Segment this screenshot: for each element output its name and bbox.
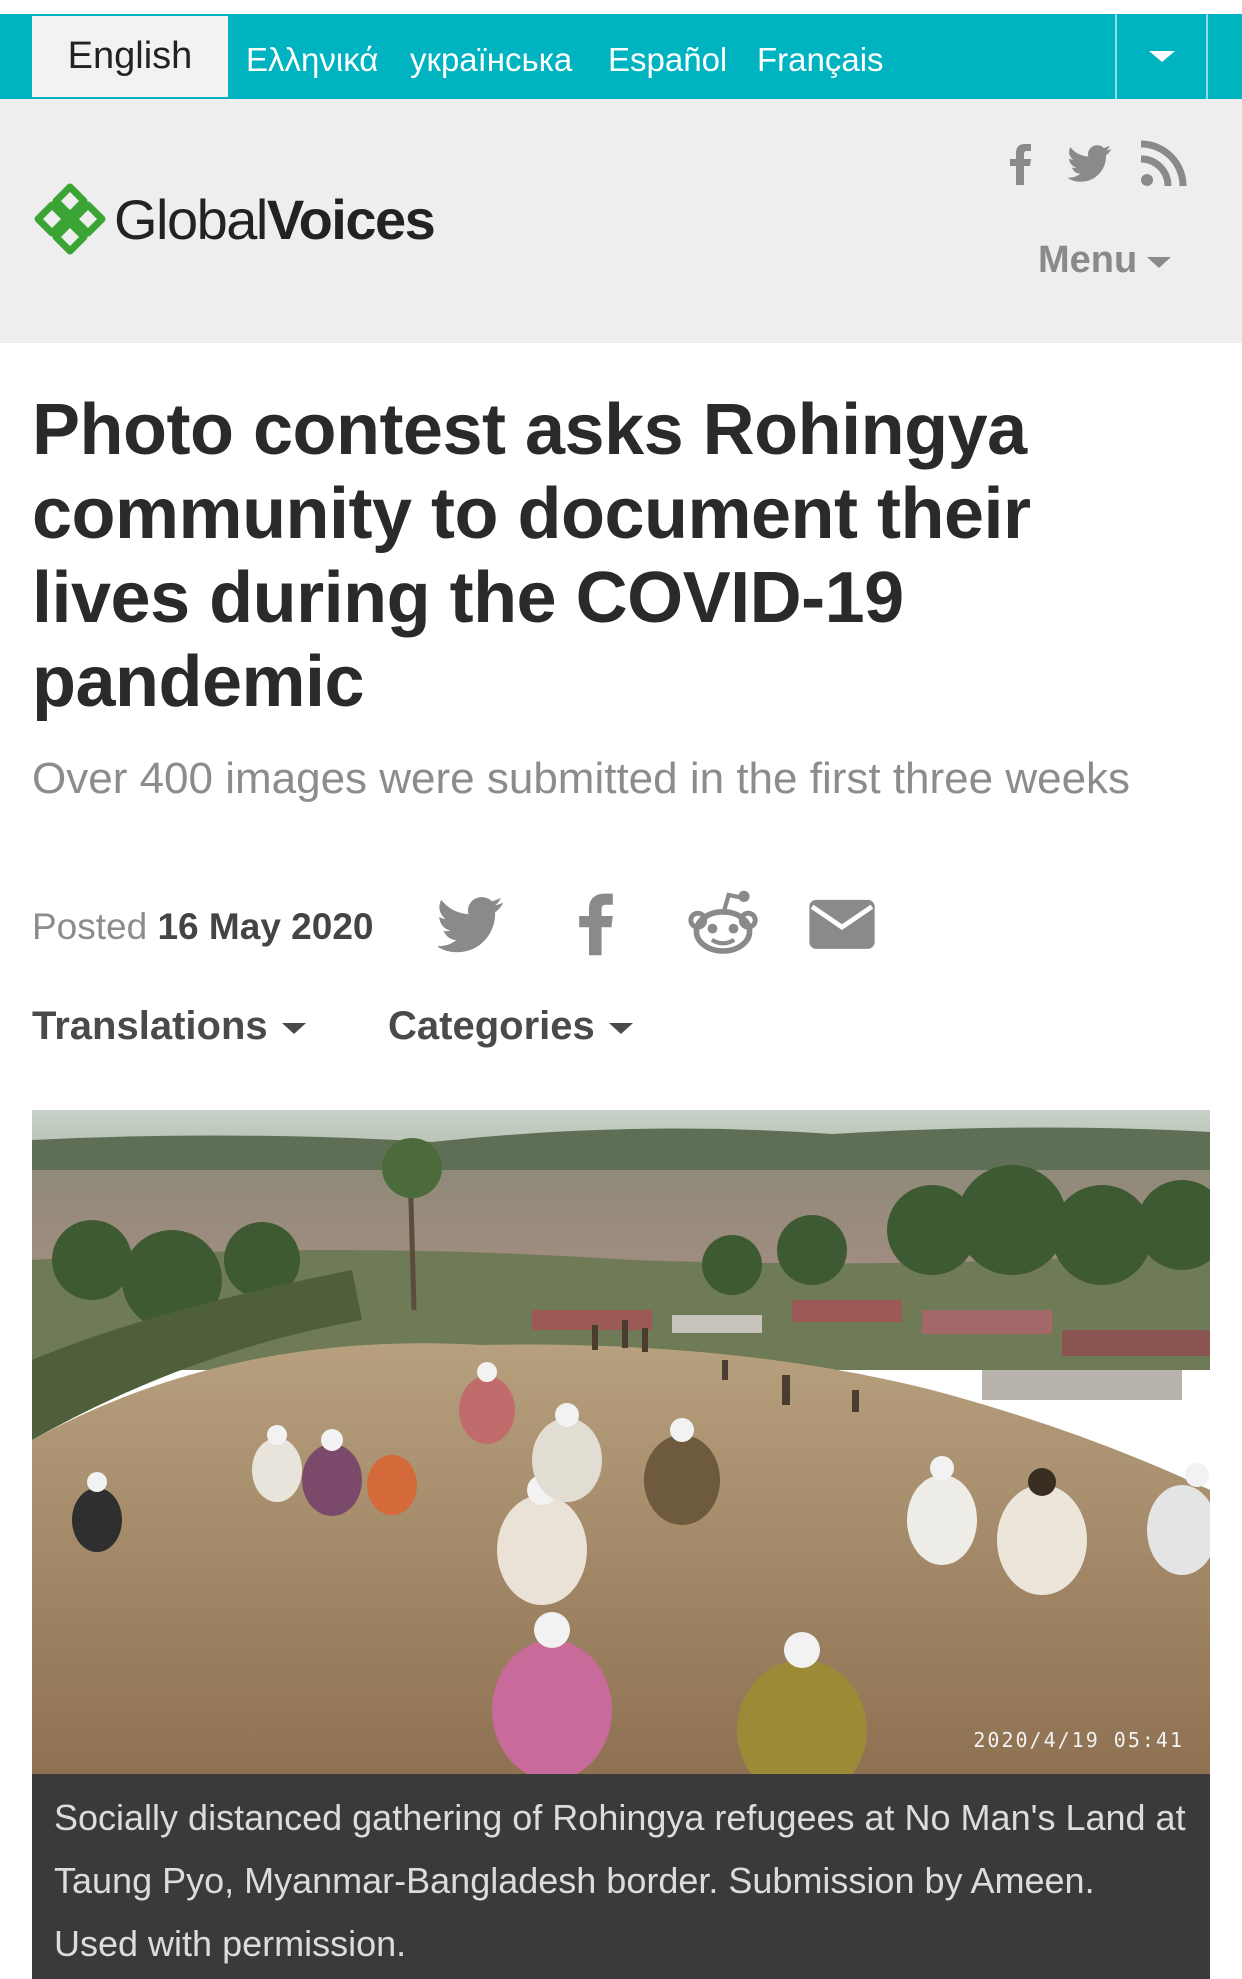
- chevron-down-icon: [281, 1023, 306, 1034]
- categories-dropdown[interactable]: Categories: [388, 1004, 633, 1049]
- share-twitter-icon[interactable]: [438, 888, 506, 958]
- chevron-down-icon: [1148, 51, 1175, 62]
- site-header: GlobalVoices Menu: [0, 99, 1242, 343]
- categories-label: Categories: [388, 1004, 595, 1048]
- posted-label: Posted: [32, 906, 148, 947]
- photo-timestamp: 2020/4/19 05:41: [973, 1728, 1184, 1752]
- share-email-icon[interactable]: [808, 888, 876, 958]
- chevron-down-icon: [1147, 257, 1172, 268]
- globalvoices-logo[interactable]: GlobalVoices: [32, 181, 436, 257]
- article-title: Photo contest asks Rohingya community to…: [32, 390, 1031, 722]
- share-reddit-icon[interactable]: [688, 888, 758, 958]
- twitter-icon[interactable]: [1066, 139, 1116, 189]
- posted-date-line: Posted 16 May 2020: [32, 906, 374, 948]
- menu-button[interactable]: Menu: [1038, 239, 1172, 282]
- menu-label: Menu: [1038, 239, 1138, 281]
- logo-text-global: Global: [114, 187, 268, 251]
- language-greek-link[interactable]: Ελληνικά: [246, 14, 378, 99]
- logo-text-voices: Voices: [266, 187, 436, 251]
- logo-text: GlobalVoices: [114, 187, 436, 252]
- translations-dropdown[interactable]: Translations: [32, 1004, 306, 1049]
- language-ukrainian-link[interactable]: українська: [410, 14, 572, 99]
- photo-caption: Socially distanced gathering of Rohingya…: [32, 1774, 1210, 1979]
- article-subtitle: Over 400 images were submitted in the fi…: [32, 754, 1131, 803]
- refugee-gathering-image: [32, 1110, 1210, 1774]
- share-facebook-icon[interactable]: [566, 888, 626, 958]
- globalvoices-knot-icon: [34, 183, 106, 255]
- facebook-icon[interactable]: [996, 139, 1046, 189]
- article-photo[interactable]: 2020/4/19 05:41: [32, 1110, 1210, 1774]
- posted-date: 16 May 2020: [157, 906, 374, 947]
- language-english-active[interactable]: English: [32, 16, 228, 97]
- translations-label: Translations: [32, 1004, 268, 1048]
- rss-icon[interactable]: [1138, 139, 1188, 189]
- language-bar: English Ελληνικά українська Español Fran…: [0, 14, 1242, 99]
- language-french-link[interactable]: Français: [757, 14, 884, 99]
- chevron-down-icon: [608, 1023, 633, 1034]
- more-languages-button[interactable]: [1115, 14, 1208, 99]
- language-spanish-link[interactable]: Español: [608, 14, 727, 99]
